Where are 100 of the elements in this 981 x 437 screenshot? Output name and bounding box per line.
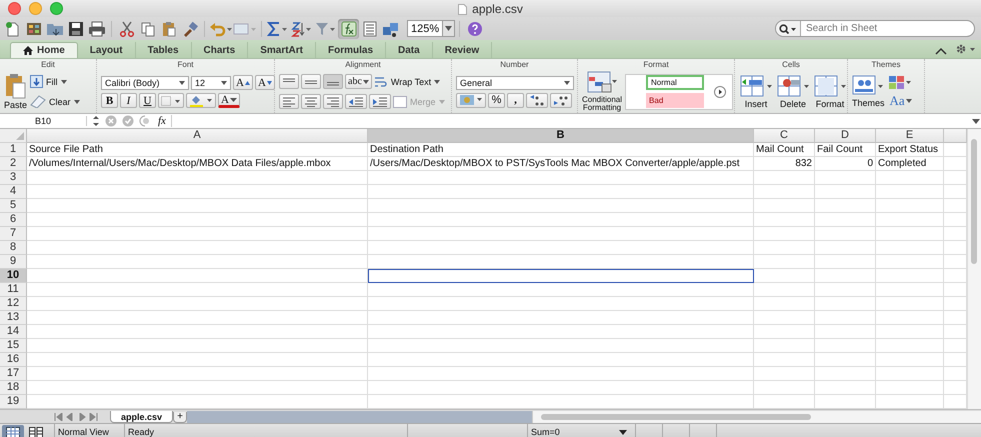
number-format-field[interactable]: General bbox=[456, 76, 574, 90]
column-header[interactable]: D bbox=[815, 129, 876, 143]
select-all-corner[interactable] bbox=[0, 129, 27, 143]
grow-font-button[interactable]: A bbox=[233, 75, 253, 90]
align-top-button[interactable] bbox=[279, 74, 299, 89]
theme-fonts-button[interactable]: Aa bbox=[888, 94, 914, 108]
increase-indent-button[interactable] bbox=[369, 94, 391, 109]
column-header[interactable]: E bbox=[876, 129, 944, 143]
column-header[interactable]: C bbox=[754, 129, 815, 143]
row-header[interactable]: 6 bbox=[0, 213, 27, 227]
theme-colors-icon[interactable] bbox=[888, 74, 912, 90]
align-right-button[interactable] bbox=[323, 94, 343, 109]
row-header[interactable]: 8 bbox=[0, 241, 27, 255]
row-header[interactable]: 18 bbox=[0, 381, 27, 395]
ribbon-tab[interactable]: Home bbox=[10, 42, 78, 58]
table-cell[interactable] bbox=[368, 269, 754, 283]
table-cell[interactable]: 832 bbox=[754, 157, 815, 171]
insert-function-button[interactable]: fx bbox=[158, 115, 166, 127]
close-button[interactable] bbox=[8, 2, 21, 15]
table-cell[interactable]: Export Status bbox=[876, 143, 944, 157]
row-header[interactable]: 19 bbox=[0, 395, 27, 409]
font-color-button[interactable]: A bbox=[218, 93, 240, 108]
row-header[interactable]: 5 bbox=[0, 199, 27, 213]
ribbon-tab[interactable]: SmartArt bbox=[248, 42, 316, 58]
row-header[interactable]: 15 bbox=[0, 339, 27, 353]
wrap-text-button[interactable]: Wrap Text bbox=[374, 73, 440, 90]
column-header[interactable]: B bbox=[368, 129, 754, 143]
row-header[interactable]: 4 bbox=[0, 185, 27, 199]
row-header[interactable]: 7 bbox=[0, 227, 27, 241]
row-header[interactable]: 9 bbox=[0, 255, 27, 269]
settings-icon[interactable] bbox=[955, 43, 977, 55]
stepper-icon[interactable] bbox=[92, 115, 100, 127]
ribbon-tab[interactable]: Formulas bbox=[316, 42, 386, 58]
vertical-scrollbar[interactable] bbox=[967, 129, 981, 409]
more-styles-icon[interactable] bbox=[714, 86, 726, 98]
name-box[interactable]: B10 bbox=[0, 116, 87, 126]
row-header[interactable]: 17 bbox=[0, 367, 27, 381]
ribbon-tab[interactable]: Tables bbox=[136, 42, 192, 58]
zoom-button[interactable] bbox=[50, 2, 63, 15]
row-header[interactable]: 2 bbox=[0, 157, 27, 171]
row-header[interactable]: 11 bbox=[0, 283, 27, 297]
zoom-dropdown[interactable]: 125% bbox=[407, 20, 456, 37]
cell-style[interactable]: Bad bbox=[646, 93, 704, 108]
table-cell[interactable]: 0 bbox=[815, 157, 876, 171]
row-header[interactable]: 12 bbox=[0, 297, 27, 311]
orientation-button[interactable]: abc bbox=[345, 74, 372, 89]
table-cell[interactable]: Completed bbox=[876, 157, 944, 171]
conditional-formatting-button[interactable]: Conditional Formatting bbox=[582, 71, 622, 112]
sum-dropdown[interactable]: Sum=0 bbox=[527, 424, 635, 437]
horizontal-scrollbar[interactable] bbox=[532, 411, 981, 423]
ribbon-tab[interactable]: Data bbox=[386, 42, 433, 58]
percent-button[interactable]: % bbox=[488, 92, 505, 108]
fill-button[interactable]: Fill bbox=[30, 73, 80, 90]
confirm-icon[interactable] bbox=[122, 115, 134, 127]
align-center-button[interactable] bbox=[301, 94, 321, 109]
format-cells-button[interactable]: Format bbox=[813, 74, 847, 109]
font-size-field[interactable]: 12 bbox=[191, 76, 231, 90]
align-left-button[interactable] bbox=[279, 94, 299, 109]
collapse-ribbon-icon[interactable] bbox=[935, 47, 947, 55]
table-cell[interactable]: /Volumes/Internal/Users/Mac/Desktop/MBOX Data Files/apple.mbox bbox=[27, 157, 368, 171]
ribbon-tab[interactable]: Review bbox=[432, 42, 492, 58]
align-middle-button[interactable] bbox=[301, 74, 321, 89]
row-header[interactable]: 13 bbox=[0, 311, 27, 325]
row-header[interactable]: 16 bbox=[0, 353, 27, 367]
table-cell[interactable]: Destination Path bbox=[368, 143, 754, 157]
clear-button[interactable]: Clear bbox=[30, 93, 80, 110]
row-header[interactable]: 3 bbox=[0, 171, 27, 185]
normal-view-button[interactable] bbox=[2, 424, 24, 437]
decrease-decimal-button[interactable] bbox=[550, 92, 572, 108]
print-icon[interactable] bbox=[86, 18, 107, 38]
search-field[interactable]: Search in Sheet bbox=[775, 20, 975, 37]
shrink-font-button[interactable]: A bbox=[254, 75, 275, 90]
ribbon-tab[interactable]: Layout bbox=[78, 42, 136, 58]
decrease-indent-button[interactable] bbox=[345, 94, 367, 109]
row-header[interactable]: 1 bbox=[0, 143, 27, 157]
borders-button[interactable] bbox=[158, 93, 184, 108]
table-cell[interactable]: /Users/Mac/Desktop/MBOX to PST/SysTools Mac MBOX Converter/apple/apple.pst bbox=[368, 157, 754, 171]
fill-color-button[interactable] bbox=[186, 93, 216, 108]
column-header[interactable]: A bbox=[27, 129, 368, 143]
cell-style[interactable]: Normal bbox=[646, 75, 704, 90]
currency-button[interactable] bbox=[456, 92, 486, 108]
expand-icon[interactable] bbox=[971, 116, 981, 126]
sheet-tab[interactable]: apple.csv bbox=[110, 411, 174, 423]
increase-decimal-button[interactable] bbox=[526, 92, 548, 108]
table-cell[interactable]: Source File Path bbox=[27, 143, 368, 157]
function-icon[interactable] bbox=[338, 18, 359, 38]
paste-button[interactable]: Paste bbox=[4, 73, 28, 110]
minimize-button[interactable] bbox=[29, 2, 42, 15]
italic-button[interactable]: I bbox=[120, 93, 137, 108]
cancel-icon[interactable] bbox=[105, 115, 117, 127]
bold-button[interactable]: B bbox=[101, 93, 118, 108]
add-sheet-button[interactable]: + bbox=[173, 412, 188, 423]
row-header[interactable]: 14 bbox=[0, 325, 27, 339]
font-name-field[interactable]: Calibri (Body) bbox=[101, 76, 189, 90]
themes-button[interactable]: Themes bbox=[852, 75, 885, 108]
table-cell[interactable]: Fail Count bbox=[815, 143, 876, 157]
table-cell[interactable]: Mail Count bbox=[754, 143, 815, 157]
insert-cells-button[interactable]: Insert bbox=[739, 74, 773, 109]
align-bottom-button[interactable] bbox=[323, 74, 343, 89]
comma-style-button[interactable]: , bbox=[507, 92, 524, 108]
